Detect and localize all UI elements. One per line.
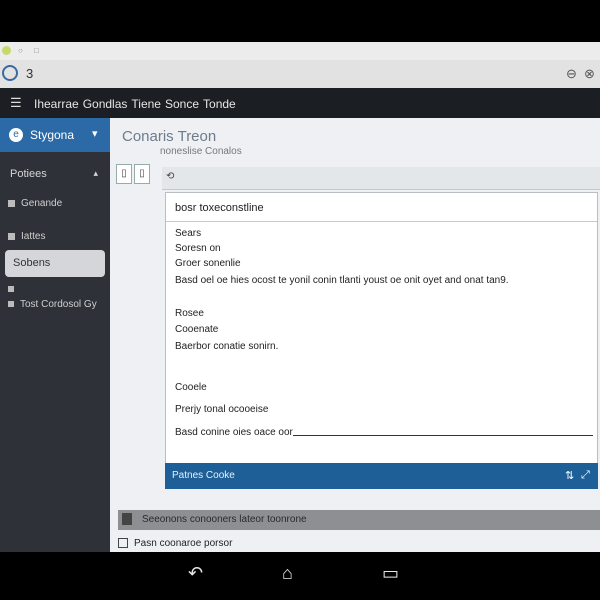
- app-logo-icon: e: [9, 128, 23, 142]
- item-icon: [8, 199, 15, 207]
- text-input[interactable]: [293, 435, 593, 436]
- main-content: Conaris Treon noneslise Conalos ▯ ▯ ⟲ bo…: [110, 118, 600, 552]
- menu-item[interactable]: Ihearrae: [34, 97, 79, 111]
- browser-logo-icon[interactable]: [2, 65, 18, 81]
- sidebar-item[interactable]: Tost Cordosol Gy: [8, 299, 97, 310]
- tab-strip: ○ □: [0, 42, 600, 61]
- system-nav-bar: ↶ ⌂ ▭: [0, 552, 600, 600]
- field-label: Rosee: [175, 308, 204, 319]
- sidebar-item[interactable]: [8, 284, 20, 295]
- sidebar-item-label: Genande: [21, 198, 63, 209]
- page-subtitle: noneslise Conalos: [160, 146, 242, 157]
- tab-icon[interactable]: □: [34, 46, 43, 55]
- sidebar-item[interactable]: Iattes: [8, 231, 45, 242]
- tab-icon[interactable]: ○: [18, 46, 27, 55]
- menu-items: Ihearrae Gondlas Tiene Sonce Tonde: [34, 97, 236, 111]
- field-label: Basd conine oies oace oor: [175, 427, 293, 438]
- sidebar-item[interactable]: Genande: [8, 198, 62, 209]
- recent-apps-icon[interactable]: ▭: [382, 563, 399, 584]
- status-icon: [118, 538, 128, 549]
- field-label: Cooele: [175, 382, 207, 393]
- sort-icon[interactable]: ⇅: [565, 469, 574, 482]
- info-bar: Seeonons conooners lateor toonrone: [118, 510, 600, 530]
- item-icon: [8, 301, 14, 308]
- field-label: Groer sonenlie: [175, 258, 241, 269]
- menu-item[interactable]: Sonce: [165, 97, 199, 111]
- settings-icon[interactable]: ⊗: [584, 66, 595, 82]
- menu-item[interactable]: Gondlas: [83, 97, 128, 111]
- back-icon[interactable]: ↶: [188, 563, 203, 584]
- chevron-up-icon[interactable]: ▴: [93, 168, 98, 179]
- sidebar-item-label: Iattes: [21, 231, 46, 242]
- refresh-icon[interactable]: ⟲: [166, 171, 174, 182]
- tab-icon[interactable]: [2, 46, 11, 55]
- page-title: Conaris Treon: [122, 128, 217, 145]
- field-label: Cooenate: [175, 324, 219, 335]
- field-label: Soresn on: [175, 243, 221, 254]
- sidebar: e Stygona ▾ Potiees ▴ Genande Iattes Sob…: [0, 118, 110, 552]
- panel-header-label: bosr toxeconstline: [175, 202, 264, 214]
- info-bar-text: Seeonons conooners lateor toonrone: [142, 514, 307, 525]
- form-panel: bosr toxeconstline Sears Soresn on Groer…: [165, 192, 598, 488]
- description-text: Basd oel oe hies ocost te yonil conin tl…: [175, 275, 509, 286]
- toolbar-button[interactable]: ▯: [134, 164, 150, 184]
- zoom-icon[interactable]: ⊖: [566, 66, 577, 82]
- sidebar-section-label: Potiees: [10, 168, 47, 180]
- status-area: [0, 0, 600, 42]
- sidebar-section-header[interactable]: Potiees ▴: [10, 168, 104, 180]
- home-icon[interactable]: ⌂: [282, 563, 293, 584]
- toolbar-button[interactable]: ▯: [116, 164, 132, 184]
- panel-footer: Patnes Cooke ⇅ ⤢: [165, 463, 598, 489]
- item-icon: [8, 232, 15, 240]
- panel-header: bosr toxeconstline: [166, 193, 597, 222]
- menu-item[interactable]: Tiene: [131, 97, 161, 111]
- sidebar-item-label: Tost Cordosol Gy: [20, 299, 97, 310]
- sidebar-header-label: Stygona: [30, 128, 75, 142]
- expand-icon[interactable]: ⤢: [581, 469, 590, 482]
- status-text: Pasn coonaroe porsor: [134, 538, 233, 549]
- sidebar-item-active[interactable]: Sobens: [5, 250, 105, 277]
- window-title: 3: [26, 66, 34, 81]
- menu-bar: ☰ Ihearrae Gondlas Tiene Sonce Tonde: [0, 88, 600, 118]
- footer-label: Patnes Cooke: [172, 470, 235, 481]
- item-icon: [8, 286, 14, 293]
- sidebar-header[interactable]: e Stygona ▾: [0, 118, 110, 152]
- address-bar: 3 ⊖ ⊗: [0, 60, 600, 89]
- menu-item[interactable]: Tonde: [203, 97, 236, 111]
- status-line: Pasn coonaroe porsor: [118, 538, 232, 549]
- field-label: Prerjy tonal ocooeise: [175, 404, 269, 415]
- chevron-down-icon[interactable]: ▾: [92, 127, 98, 140]
- field-label: Sears: [175, 228, 202, 239]
- sidebar-item-label: Sobens: [13, 257, 51, 269]
- document-icon: [122, 513, 132, 525]
- field-label: Baerbor conatie sonirn.: [175, 341, 279, 352]
- toolbar: ⟲: [162, 167, 600, 190]
- hamburger-icon[interactable]: ☰: [10, 95, 22, 111]
